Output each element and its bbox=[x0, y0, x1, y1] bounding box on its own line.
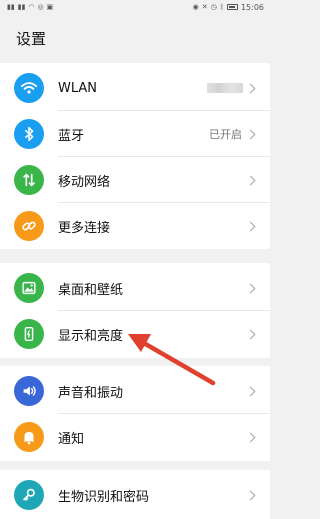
settings-item-biometrics-password[interactable]: 生物识别和密码 bbox=[0, 472, 270, 518]
chevron-right-icon bbox=[245, 175, 256, 185]
chevron-right-icon bbox=[245, 490, 256, 500]
chevron-right-icon bbox=[245, 221, 256, 231]
display-brightness-icon bbox=[14, 319, 44, 349]
chevron-right-icon bbox=[245, 432, 256, 442]
settings-group-display: 桌面和壁纸 显示和亮度 bbox=[0, 263, 270, 358]
settings-item-label: 生物识别和密码 bbox=[58, 489, 150, 505]
settings-item-display-brightness[interactable]: 显示和亮度 bbox=[0, 311, 270, 357]
sound-icon bbox=[14, 376, 44, 406]
signal-icon: ▮▮ bbox=[17, 3, 26, 11]
status-icons-right: ◉ ✕ ◷ ᛒ 15:06 bbox=[193, 3, 264, 12]
status-bar: ▮▮ ▮▮ ◠ ◎ ▣ ◉ ✕ ◷ ᛒ 15:06 bbox=[0, 0, 270, 14]
mute-icon: ✕ bbox=[201, 3, 208, 11]
settings-group-connections: WLAN 蓝牙 已开启 移动网络 更多连接 bbox=[0, 63, 270, 249]
bluetooth-icon: ᛒ bbox=[219, 3, 224, 11]
wifi-icon bbox=[14, 73, 44, 103]
settings-item-mobile-network[interactable]: 移动网络 bbox=[0, 157, 270, 203]
mobile-data-icon bbox=[14, 165, 44, 195]
settings-group-sound-notifications: 声音和振动 通知 bbox=[0, 366, 270, 461]
settings-item-label: 桌面和壁纸 bbox=[58, 282, 124, 298]
link-icon bbox=[14, 211, 44, 241]
settings-group-security: 生物识别和密码 bbox=[0, 470, 270, 519]
wifi-icon: ◠ bbox=[28, 3, 35, 11]
media-icon: ▣ bbox=[46, 3, 54, 11]
settings-item-notifications[interactable]: 通知 bbox=[0, 414, 270, 460]
settings-item-wlan[interactable]: WLAN bbox=[0, 65, 270, 111]
chevron-right-icon bbox=[245, 83, 256, 93]
settings-item-sound-vibration[interactable]: 声音和振动 bbox=[0, 368, 270, 414]
battery-icon bbox=[226, 4, 238, 10]
eye-icon: ◉ bbox=[192, 3, 199, 11]
page-title: 设置 bbox=[16, 30, 47, 48]
wallpaper-icon bbox=[14, 273, 44, 303]
settings-item-label: 移动网络 bbox=[58, 174, 111, 190]
chevron-right-icon bbox=[245, 386, 256, 396]
status-time: 15:06 bbox=[240, 2, 264, 12]
key-icon bbox=[14, 480, 44, 510]
nfc-icon: ◎ bbox=[37, 3, 44, 11]
chevron-right-icon bbox=[245, 129, 256, 139]
bell-icon bbox=[14, 422, 44, 452]
settings-item-label: 更多连接 bbox=[58, 220, 111, 236]
signal-icon: ▮▮ bbox=[7, 3, 15, 11]
settings-item-label: 通知 bbox=[58, 431, 85, 447]
settings-item-more-connections[interactable]: 更多连接 bbox=[0, 203, 270, 249]
alarm-icon: ◷ bbox=[210, 3, 217, 11]
chevron-right-icon bbox=[245, 283, 256, 293]
settings-item-label: 显示和亮度 bbox=[58, 328, 124, 344]
settings-item-label: 声音和振动 bbox=[58, 385, 124, 401]
status-icons-left: ▮▮ ▮▮ ◠ ◎ ▣ bbox=[7, 3, 53, 11]
chevron-right-icon bbox=[245, 329, 256, 339]
bluetooth-icon bbox=[14, 119, 44, 149]
settings-item-label: WLAN bbox=[58, 80, 98, 96]
settings-item-value: 已开启 bbox=[209, 128, 242, 141]
settings-item-bluetooth[interactable]: 蓝牙 已开启 bbox=[0, 111, 270, 157]
wifi-network-name-redacted bbox=[207, 83, 243, 93]
settings-item-label: 蓝牙 bbox=[58, 128, 85, 144]
settings-item-desktop-wallpaper[interactable]: 桌面和壁纸 bbox=[0, 265, 270, 311]
